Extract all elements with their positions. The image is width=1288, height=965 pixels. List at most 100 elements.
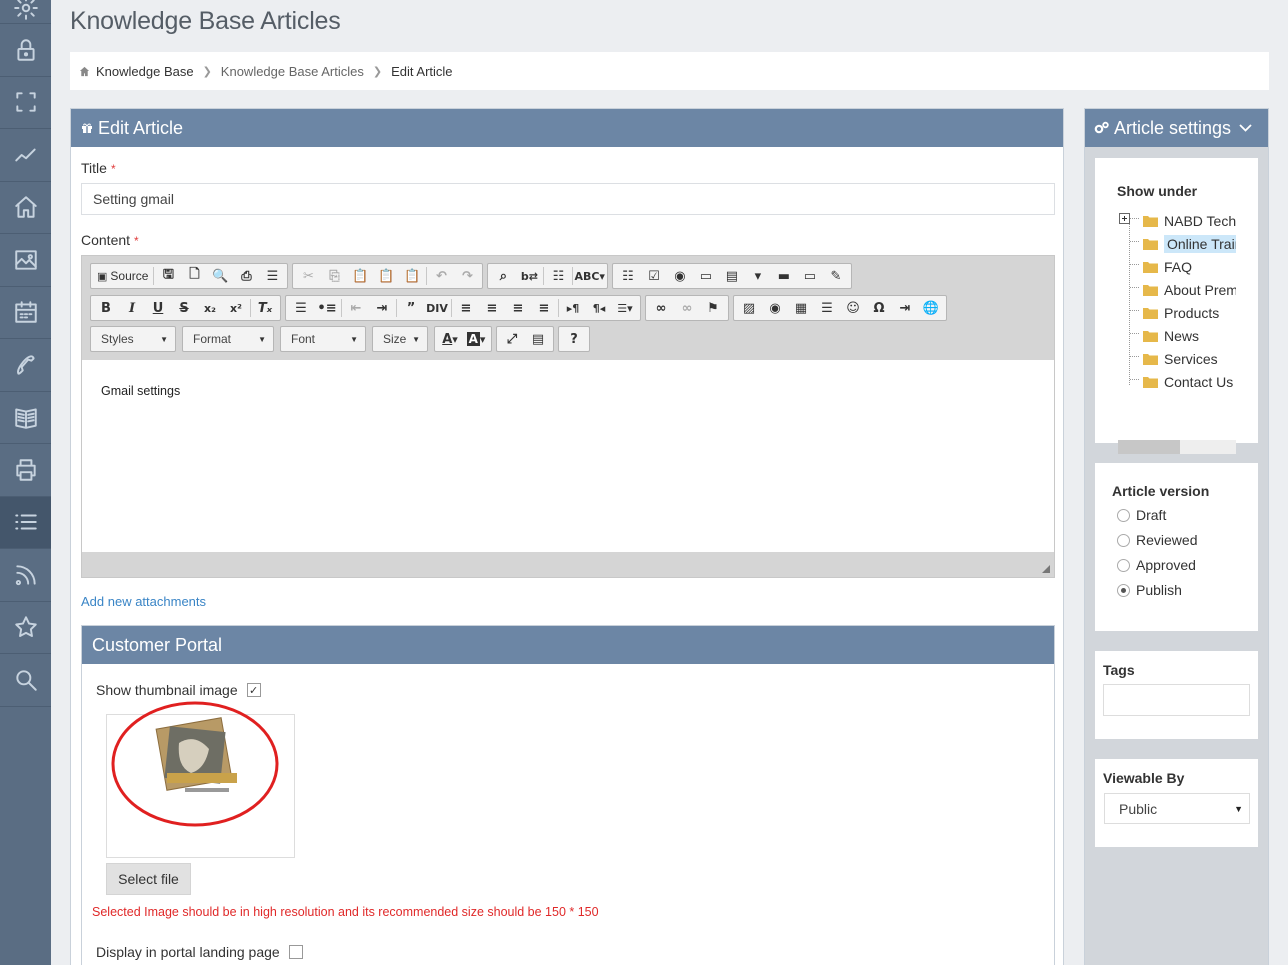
size-dropdown[interactable]: Size ▼ <box>372 326 428 352</box>
flash-icon[interactable]: ◉ <box>762 297 788 319</box>
styles-dropdown[interactable]: Styles ▼ <box>90 326 176 352</box>
rail-gallery[interactable] <box>0 234 51 287</box>
page-break-icon[interactable]: ⇥ <box>892 297 918 319</box>
tree-item[interactable]: About Prem <box>1143 279 1236 301</box>
bg-color-icon[interactable]: A ▾ <box>463 328 489 350</box>
text-color-icon[interactable]: A ▾ <box>437 328 463 350</box>
paste-text-icon[interactable]: 📋 <box>373 265 399 287</box>
rail-home[interactable] <box>0 182 51 234</box>
remove-format-icon[interactable]: Tₓ <box>252 297 278 319</box>
save-icon[interactable]: 🖫 <box>155 265 181 287</box>
horizontal-rule-icon[interactable]: ☰ <box>814 297 840 319</box>
anchor-flag-icon[interactable]: ⚑ <box>700 297 726 319</box>
replace-icon[interactable]: b⇄ <box>516 265 542 287</box>
align-right-icon[interactable]: ≡ <box>505 297 531 319</box>
paste-word-icon[interactable]: 📋 <box>399 265 425 287</box>
templates-icon[interactable]: ☰ <box>259 265 285 287</box>
rail-phone[interactable] <box>0 339 51 392</box>
align-center-icon[interactable]: ≡ <box>479 297 505 319</box>
undo-icon[interactable]: ↶ <box>428 265 454 287</box>
title-input[interactable]: Setting gmail <box>81 183 1055 215</box>
rail-print[interactable] <box>0 444 51 497</box>
landing-page-checkbox[interactable] <box>288 945 303 959</box>
print-icon[interactable]: ⎙ <box>233 265 259 287</box>
select-file-button[interactable]: Select file <box>106 863 191 895</box>
rtl-icon[interactable]: ¶◂ <box>586 297 612 319</box>
redo-icon[interactable]: ↷ <box>454 265 480 287</box>
format-dropdown[interactable]: Format ▼ <box>182 326 274 352</box>
outdent-icon[interactable]: ⇤ <box>343 297 369 319</box>
rail-knowledge-base[interactable] <box>0 392 51 444</box>
indent-icon[interactable]: ⇥ <box>369 297 395 319</box>
special-char-icon[interactable]: Ω <box>866 297 892 319</box>
preview-icon[interactable]: 🔍 <box>207 265 233 287</box>
article-settings-header[interactable]: Article settings <box>1085 109 1268 147</box>
textarea-icon[interactable]: ▤ <box>719 265 745 287</box>
checkbox-icon[interactable]: ☑ <box>641 265 667 287</box>
subscript-icon[interactable]: x₂ <box>197 297 223 319</box>
version-option-draft[interactable]: Draft <box>1117 507 1166 523</box>
add-attachments-link[interactable]: Add new attachments <box>81 594 206 609</box>
image-button-icon[interactable]: ▭ <box>797 265 823 287</box>
tree-scrollbar-thumb[interactable] <box>1118 440 1180 454</box>
editor-content-area[interactable]: Gmail settings <box>82 360 1054 552</box>
button-field-icon[interactable]: ▬ <box>771 265 797 287</box>
rail-favorites[interactable] <box>0 602 51 654</box>
image-icon[interactable]: ▨ <box>736 297 762 319</box>
select-all-icon[interactable]: ☷ <box>545 265 571 287</box>
radio-button-selected[interactable] <box>1117 583 1130 597</box>
rail-feed[interactable] <box>0 549 51 602</box>
smiley-icon[interactable]: ☺ <box>840 297 866 319</box>
language-icon[interactable]: ☰▾ <box>612 297 638 319</box>
font-dropdown[interactable]: Font ▼ <box>280 326 366 352</box>
rail-list[interactable] <box>0 496 51 549</box>
iframe-icon[interactable]: 🌐 <box>918 297 944 319</box>
strike-icon[interactable]: S <box>171 297 197 319</box>
version-option-publish[interactable]: Publish <box>1117 582 1182 598</box>
find-icon[interactable]: ⌕ <box>490 265 516 287</box>
chevron-down-icon[interactable] <box>1239 124 1252 132</box>
div-icon[interactable]: DIV <box>424 297 450 319</box>
radio-button[interactable] <box>1117 508 1130 522</box>
show-blocks-icon[interactable]: ▤ <box>525 328 551 350</box>
hidden-field-icon[interactable]: ✎ <box>823 265 849 287</box>
select-field-icon[interactable]: ▾ <box>745 265 771 287</box>
textfield-icon[interactable]: ▭ <box>693 265 719 287</box>
tree-item[interactable]: FAQ <box>1143 256 1236 278</box>
tree-item[interactable]: NABD Techi <box>1143 210 1236 232</box>
ltr-icon[interactable]: ▸¶ <box>560 297 586 319</box>
version-option-approved[interactable]: Approved <box>1117 557 1196 573</box>
tree-item-selected[interactable]: Online Trair <box>1143 233 1236 255</box>
underline-icon[interactable]: U <box>145 297 171 319</box>
tags-input[interactable] <box>1103 684 1250 716</box>
spellcheck-icon[interactable]: ABC▾ <box>574 265 605 287</box>
paste-icon[interactable]: 📋 <box>347 265 373 287</box>
breadcrumb-item-kb[interactable]: Knowledge Base <box>96 64 194 79</box>
numbered-list-icon[interactable]: ☰ <box>288 297 314 319</box>
tree-scrollbar[interactable] <box>1118 440 1236 454</box>
superscript-icon[interactable]: x² <box>223 297 249 319</box>
blockquote-icon[interactable]: ” <box>398 297 424 319</box>
version-option-reviewed[interactable]: Reviewed <box>1117 532 1197 548</box>
rail-lock[interactable] <box>0 24 51 77</box>
viewable-by-select[interactable]: Public ▼ <box>1104 793 1250 824</box>
rail-settings[interactable] <box>0 0 51 24</box>
bold-icon[interactable]: B <box>93 297 119 319</box>
rail-expand[interactable] <box>0 77 51 129</box>
thumbnail-checkbox[interactable]: ✓ <box>246 683 261 697</box>
radio-icon[interactable]: ◉ <box>667 265 693 287</box>
italic-icon[interactable]: I <box>119 297 145 319</box>
link-icon[interactable]: ∞ <box>648 297 674 319</box>
unlink-icon[interactable]: ∞ <box>674 297 700 319</box>
breadcrumb-item-articles[interactable]: Knowledge Base Articles <box>221 64 364 79</box>
tree-item[interactable]: Services <box>1143 348 1236 370</box>
table-icon[interactable]: ▦ <box>788 297 814 319</box>
radio-button[interactable] <box>1117 533 1130 547</box>
rail-calendar[interactable] <box>0 287 51 339</box>
copy-icon[interactable]: ⎘ <box>321 265 347 287</box>
rail-reports[interactable] <box>0 129 51 182</box>
source-button[interactable]: ▣ Source <box>93 265 152 287</box>
tree-item[interactable]: Contact Us <box>1143 371 1236 393</box>
maximize-icon[interactable]: ⤢ <box>499 328 525 350</box>
bulleted-list-icon[interactable]: •≡ <box>314 297 340 319</box>
